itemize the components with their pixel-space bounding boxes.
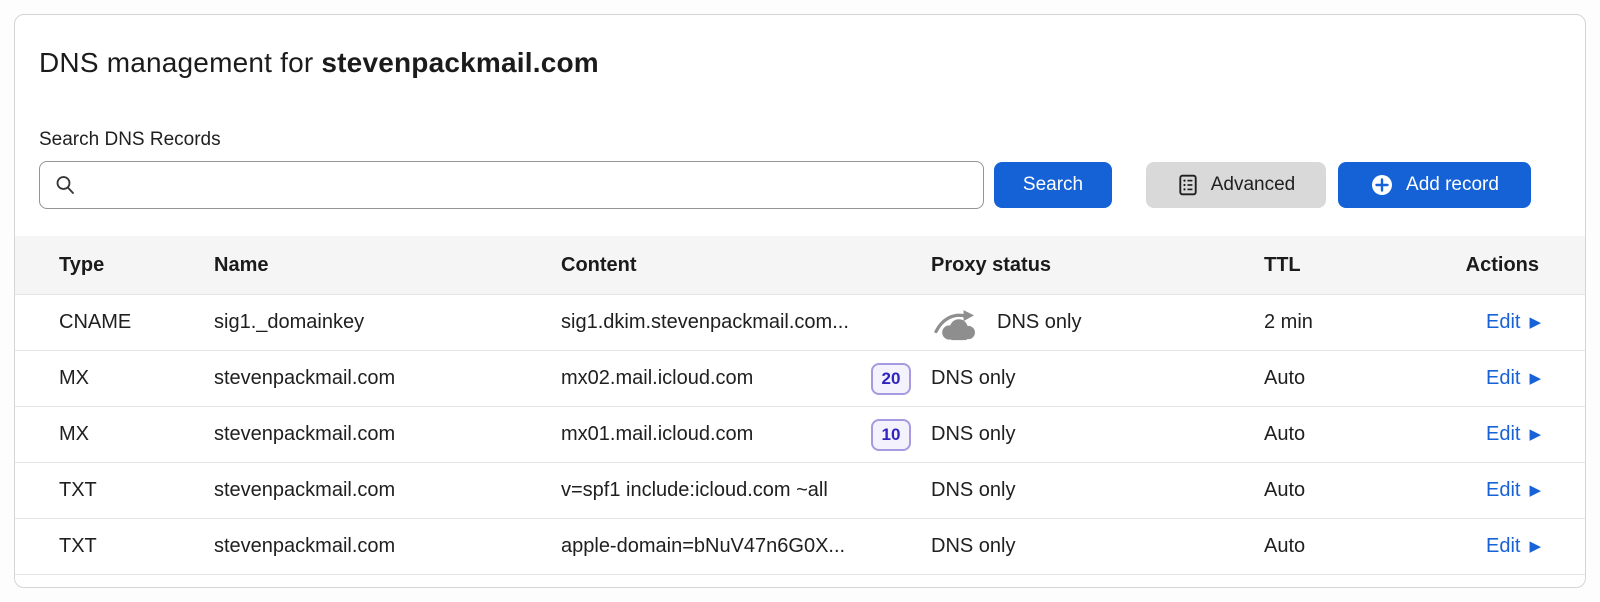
- record-content-text: sig1.dkim.stevenpackmail.com...: [561, 311, 849, 334]
- table-row: TXT stevenpackmail.com v=spf1 include:ic…: [15, 463, 1585, 519]
- column-header-type: Type: [59, 254, 214, 277]
- dns-only-cloud-icon: [931, 304, 979, 342]
- record-ttl: 2 min: [1246, 311, 1391, 334]
- edit-button-label: Edit: [1486, 423, 1520, 446]
- chevron-right-icon: ▶: [1529, 483, 1541, 498]
- chevron-right-icon: ▶: [1529, 539, 1541, 554]
- proxy-status-text: DNS only: [931, 423, 1015, 446]
- advanced-button[interactable]: Advanced: [1146, 162, 1326, 208]
- advanced-list-icon: [1177, 174, 1199, 196]
- record-content: v=spf1 include:icloud.com ~all: [561, 479, 931, 502]
- advanced-button-label: Advanced: [1211, 174, 1296, 196]
- search-icon: [54, 174, 76, 196]
- record-content-text: apple-domain=bNuV47n6G0X...: [561, 535, 845, 558]
- record-proxy-status: DNS only: [931, 367, 1246, 390]
- table-row: CNAME sig1._domainkey sig1.dkim.stevenpa…: [15, 295, 1585, 351]
- record-content: mx01.mail.icloud.com 10: [561, 419, 931, 451]
- chevron-right-icon: ▶: [1529, 371, 1541, 386]
- record-proxy-status: DNS only: [931, 479, 1246, 502]
- table-row: TXT stevenpackmail.com apple-domain=bNuV…: [15, 519, 1585, 575]
- column-header-actions: Actions: [1391, 254, 1541, 277]
- controls-row: Search Advanced Add record: [39, 161, 1561, 209]
- chevron-right-icon: ▶: [1529, 315, 1541, 330]
- column-header-content: Content: [561, 254, 931, 277]
- search-label: Search DNS Records: [39, 129, 1561, 151]
- record-name: stevenpackmail.com: [214, 367, 561, 390]
- page-title-prefix: DNS management for: [39, 47, 321, 78]
- search-button[interactable]: Search: [994, 162, 1112, 208]
- edit-button-label: Edit: [1486, 367, 1520, 390]
- priority-badge: 10: [871, 419, 911, 451]
- search-box[interactable]: [39, 161, 984, 209]
- dns-records-table: Type Name Content Proxy status TTL Actio…: [15, 236, 1585, 575]
- edit-button[interactable]: Edit ▶: [1486, 423, 1541, 446]
- record-content-text: mx02.mail.icloud.com: [561, 367, 753, 390]
- column-header-proxy-status: Proxy status: [931, 254, 1246, 277]
- table-body: CNAME sig1._domainkey sig1.dkim.stevenpa…: [15, 294, 1585, 575]
- plus-circle-icon: [1370, 173, 1394, 197]
- record-proxy-status: DNS only: [931, 423, 1246, 446]
- record-content: apple-domain=bNuV47n6G0X...: [561, 535, 931, 558]
- add-record-button[interactable]: Add record: [1338, 162, 1531, 208]
- edit-button[interactable]: Edit ▶: [1486, 479, 1541, 502]
- record-type: MX: [59, 367, 214, 390]
- record-ttl: Auto: [1246, 535, 1391, 558]
- table-row: MX stevenpackmail.com mx01.mail.icloud.c…: [15, 407, 1585, 463]
- edit-button[interactable]: Edit ▶: [1486, 367, 1541, 390]
- proxy-status-text: DNS only: [931, 535, 1015, 558]
- add-record-button-label: Add record: [1406, 174, 1499, 196]
- chevron-right-icon: ▶: [1529, 427, 1541, 442]
- priority-badge: 20: [871, 363, 911, 395]
- page-title: DNS management for stevenpackmail.com: [39, 47, 1561, 79]
- proxy-status-text: DNS only: [997, 311, 1081, 334]
- record-content: mx02.mail.icloud.com 20: [561, 363, 931, 395]
- record-content-text: v=spf1 include:icloud.com ~all: [561, 479, 828, 502]
- table-row: MX stevenpackmail.com mx02.mail.icloud.c…: [15, 351, 1585, 407]
- dns-management-card: DNS management for stevenpackmail.com Se…: [14, 14, 1586, 588]
- record-name: stevenpackmail.com: [214, 479, 561, 502]
- record-name: sig1._domainkey: [214, 311, 561, 334]
- edit-button-label: Edit: [1486, 535, 1520, 558]
- record-type: TXT: [59, 479, 214, 502]
- proxy-status-text: DNS only: [931, 367, 1015, 390]
- record-type: CNAME: [59, 311, 214, 334]
- edit-button[interactable]: Edit ▶: [1486, 311, 1541, 334]
- column-header-ttl: TTL: [1246, 254, 1391, 277]
- domain-name: stevenpackmail.com: [321, 47, 599, 78]
- edit-button-label: Edit: [1486, 311, 1520, 334]
- search-input[interactable]: [86, 174, 969, 196]
- record-ttl: Auto: [1246, 423, 1391, 446]
- record-ttl: Auto: [1246, 367, 1391, 390]
- record-proxy-status: DNS only: [931, 535, 1246, 558]
- record-name: stevenpackmail.com: [214, 423, 561, 446]
- record-type: MX: [59, 423, 214, 446]
- edit-button-label: Edit: [1486, 479, 1520, 502]
- record-content: sig1.dkim.stevenpackmail.com...: [561, 311, 931, 334]
- record-content-text: mx01.mail.icloud.com: [561, 423, 753, 446]
- record-proxy-status: DNS only: [931, 304, 1246, 342]
- edit-button[interactable]: Edit ▶: [1486, 535, 1541, 558]
- proxy-status-text: DNS only: [931, 479, 1015, 502]
- table-header-row: Type Name Content Proxy status TTL Actio…: [15, 236, 1585, 294]
- record-ttl: Auto: [1246, 479, 1391, 502]
- record-type: TXT: [59, 535, 214, 558]
- record-name: stevenpackmail.com: [214, 535, 561, 558]
- column-header-name: Name: [214, 254, 561, 277]
